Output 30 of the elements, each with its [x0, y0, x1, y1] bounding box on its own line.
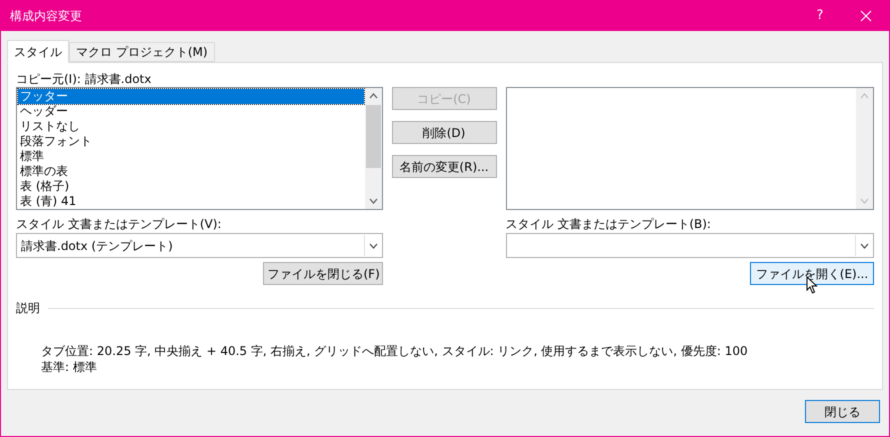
window-title: 構成内容変更 [9, 8, 83, 24]
list-item[interactable]: リストなし [18, 119, 364, 134]
scrollbar[interactable] [364, 88, 382, 209]
close-dialog-button[interactable]: 閉じる [805, 400, 880, 423]
description-heading: 説明 [16, 300, 40, 317]
help-button[interactable]: ? [797, 0, 843, 31]
list-item[interactable]: ヘッダー [18, 104, 364, 119]
close-file-button[interactable]: ファイルを閉じる(F) [262, 262, 382, 285]
scroll-up-icon[interactable] [368, 93, 378, 99]
list-item[interactable]: 表 (青) 41 [18, 194, 364, 209]
dropdown-icon [860, 242, 869, 248]
action-button[interactable]: 名前の変更(R)... [392, 155, 496, 178]
action-button[interactable]: 削除(D) [392, 121, 496, 144]
template-label: スタイル 文書またはテンプレート(B): [506, 216, 712, 233]
list-item[interactable]: フッター [18, 89, 364, 104]
template-combo[interactable]: 請求書.dotx (テンプレート) [16, 233, 382, 258]
tab[interactable]: マクロ プロジェクト(M) [69, 42, 215, 62]
source-label: コピー元(I): 請求書.dotx [16, 71, 152, 87]
dropdown-icon [368, 242, 378, 248]
close-icon [860, 10, 872, 22]
list-item[interactable]: 段落フォント [18, 134, 364, 149]
scroll-down-icon[interactable] [368, 198, 378, 204]
template-combo[interactable] [506, 233, 874, 258]
description-text: タブ位置: 20.25 字, 中央揃え + 40.5 字, 右揃え, グリッドへ配置しない, スタイル: リンク, 使用するまで表示しない, 優先度: 100 [41, 343, 749, 359]
list-item[interactable]: 標準の表 [18, 164, 364, 179]
tab[interactable]: スタイル [7, 40, 69, 63]
list-item[interactable]: 表 (格子) [18, 179, 364, 194]
template-label: スタイル 文書またはテンプレート(V): [16, 216, 222, 233]
description-text: 基準: 標準 [41, 359, 98, 375]
list-item[interactable]: 標準 [18, 149, 364, 164]
